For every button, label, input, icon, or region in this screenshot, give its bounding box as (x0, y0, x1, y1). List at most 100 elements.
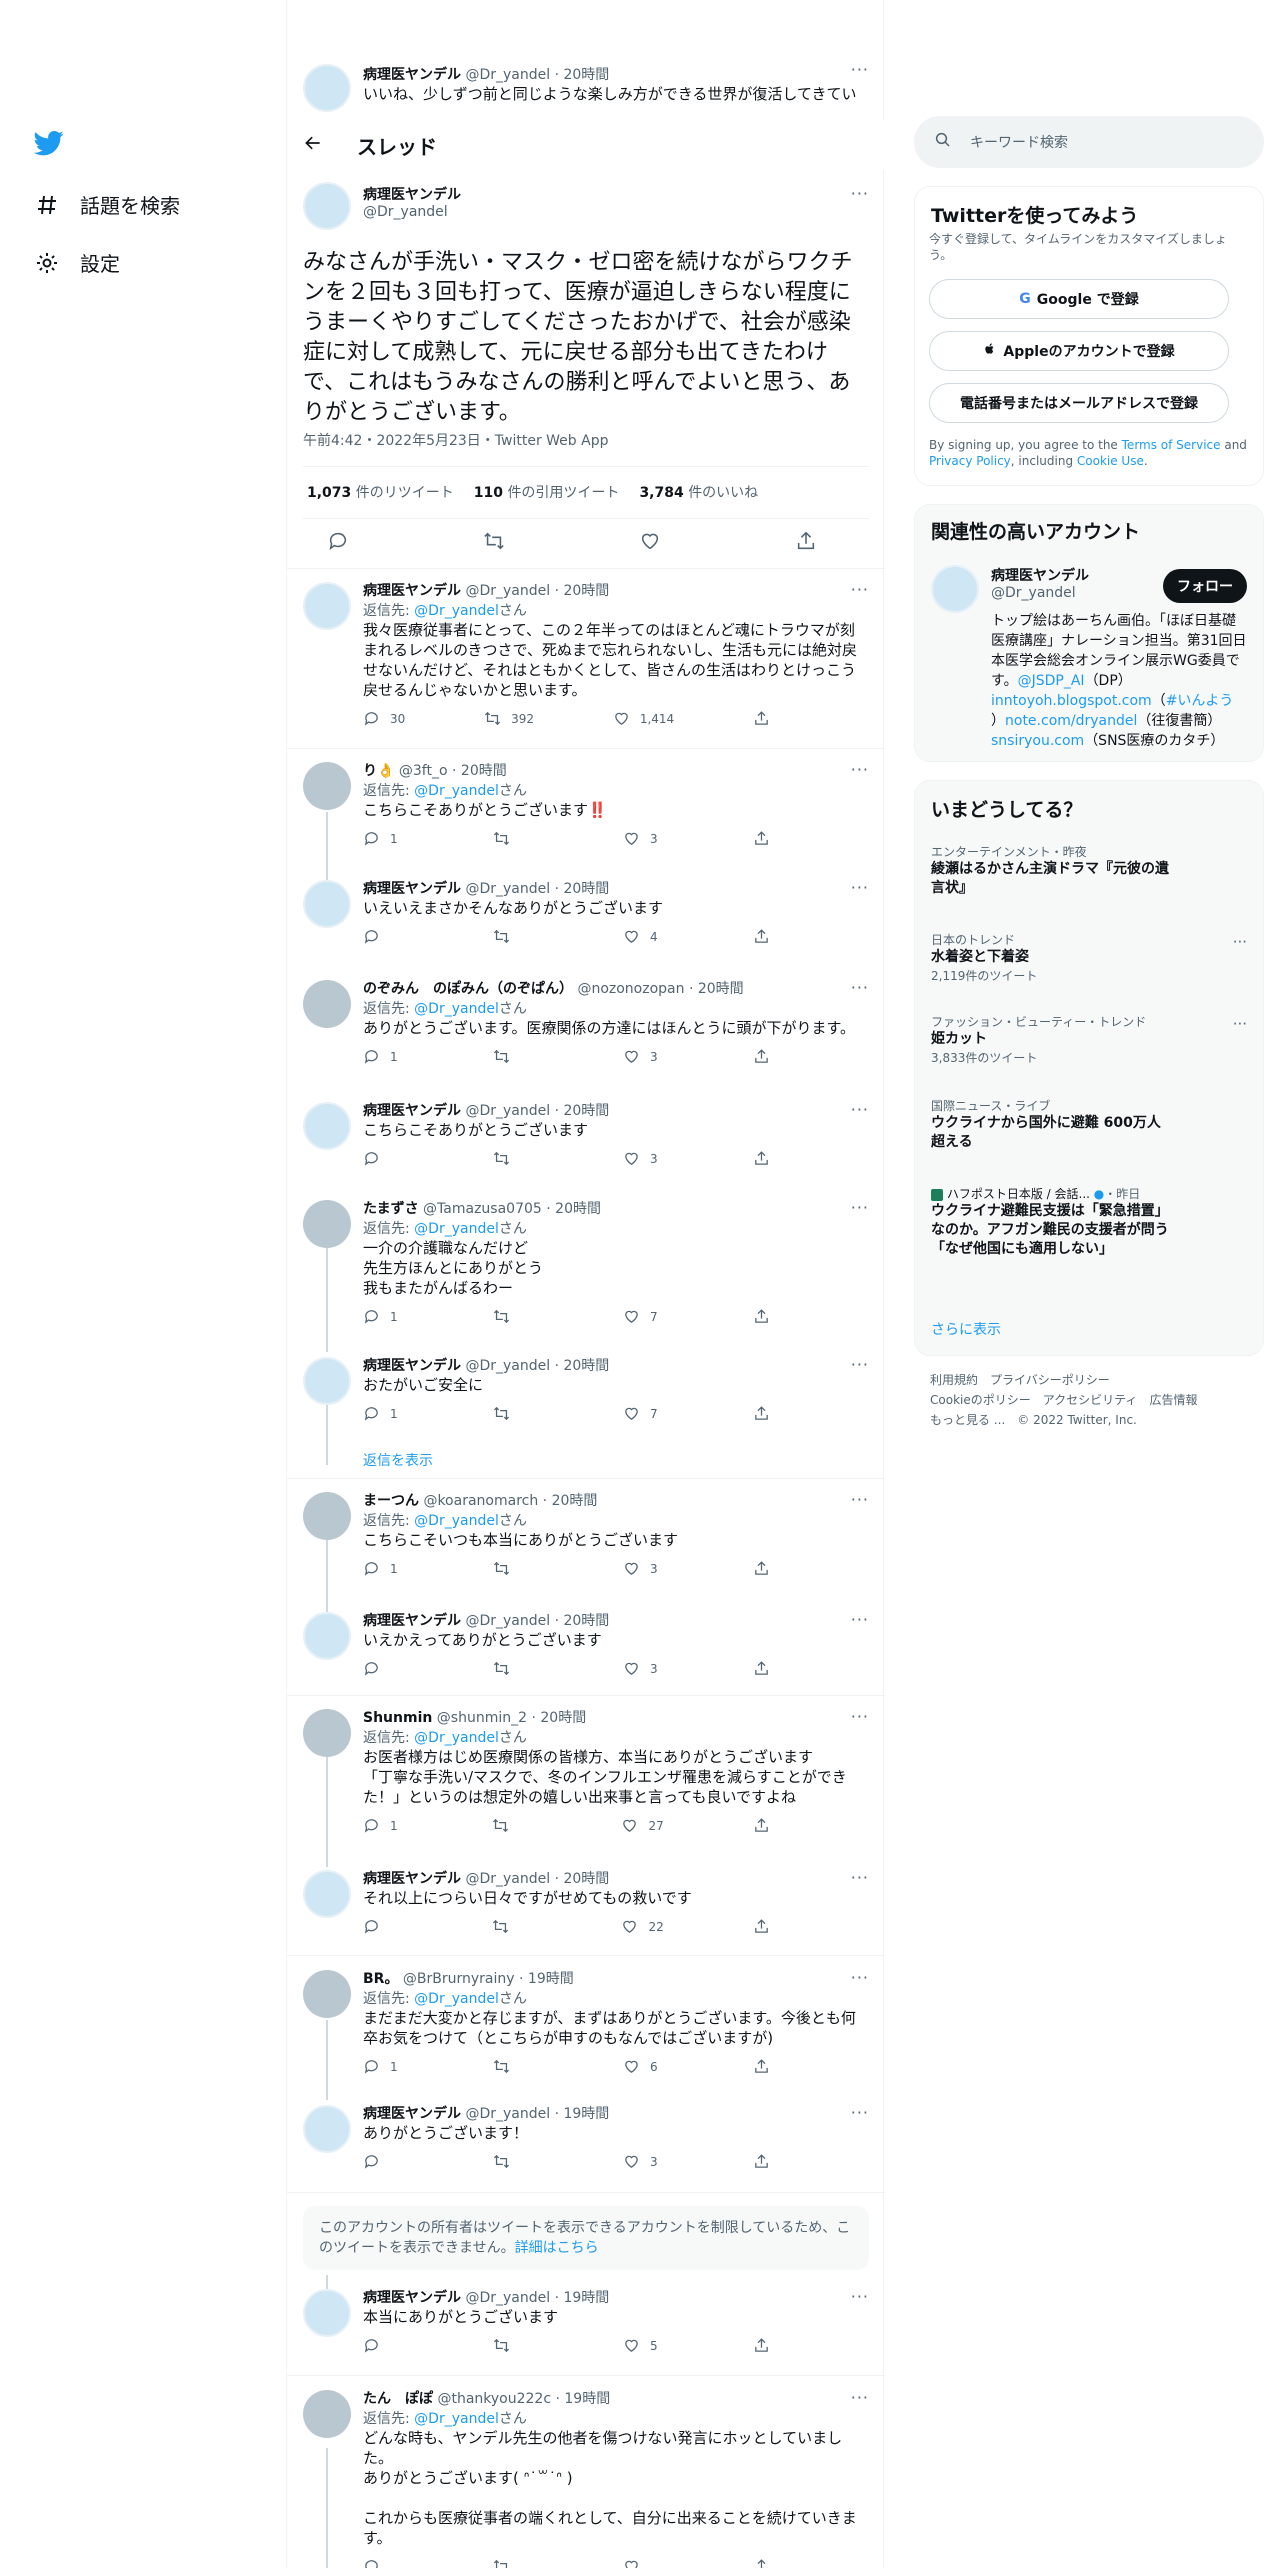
reply-button[interactable] (363, 2337, 403, 2354)
author-name[interactable]: たん ぽぽ (363, 2391, 433, 2407)
reply-to-link[interactable]: @Dr_yandel (414, 1730, 499, 1746)
share-button[interactable] (753, 928, 793, 945)
retweet-button[interactable] (493, 830, 533, 847)
reply-button[interactable] (363, 928, 403, 945)
author-name[interactable]: 病理医ヤンデル (363, 583, 461, 599)
author-handle[interactable]: @3ft_o (399, 763, 448, 779)
tweet-time[interactable]: 20時間 (552, 1493, 598, 1509)
phone-signup-button[interactable]: 電話番号またはメールアドレスで登録 (929, 383, 1229, 423)
avatar[interactable] (931, 565, 979, 613)
author-name[interactable]: 病理医ヤンデル (363, 67, 461, 83)
trend-item[interactable]: 国際ニュース・ライブ ウクライナから国外に避難 600万人超える (931, 1097, 1247, 1152)
reply-button[interactable] (363, 1150, 403, 1167)
tweet-time[interactable]: 20時間 (555, 1201, 601, 1217)
author-name[interactable]: 病理医ヤンデル (363, 2106, 461, 2122)
retweet-button[interactable] (492, 1817, 532, 1834)
tweet-time[interactable]: 20時間 (563, 1103, 609, 1119)
tweet-time[interactable]: 20時間 (563, 67, 609, 83)
trend-item[interactable]: ハフポスト日本版 / 会話... ●・昨日 ウクライナ避難民支援は「緊急措置」な… (931, 1185, 1247, 1259)
avatar[interactable] (303, 762, 351, 810)
reply-button[interactable]: 1 (363, 1048, 403, 1065)
trend-item[interactable]: 日本のトレンド 水着姿と下着姿 2,119件のツイート ··· (931, 931, 1247, 984)
tweet-time[interactable]: 19時間 (563, 2290, 609, 2306)
share-button[interactable] (753, 2558, 793, 2568)
retweet-button[interactable]: 392 (484, 710, 534, 727)
search-input[interactable]: キーワード検索 (970, 132, 1068, 152)
retweet-button[interactable] (493, 1560, 533, 1577)
like-button[interactable]: 5 (623, 2337, 663, 2354)
reply-to-link[interactable]: @Dr_yandel (414, 1001, 499, 1017)
tweet-time[interactable]: 20時間 (563, 881, 609, 897)
twitter-bird-icon[interactable] (33, 128, 64, 158)
trend-item[interactable]: エンターテインメント・昨夜 綾瀬はるかさん主演ドラマ『元彼の遺言状』 (931, 843, 1247, 898)
share-button[interactable] (753, 1817, 793, 1834)
apple-signup-button[interactable]: Appleのアカウントで登録 (929, 331, 1229, 371)
avatar[interactable] (303, 1709, 351, 1757)
learn-more-link[interactable]: 詳細はこちら (515, 2240, 599, 2256)
avatar[interactable] (303, 1200, 351, 1248)
reply-button[interactable] (363, 2558, 403, 2568)
like-button[interactable]: 3 (623, 1560, 663, 1577)
tos-link[interactable]: Terms of Service (1122, 438, 1221, 452)
author-handle[interactable]: @thankyou222c (437, 2391, 551, 2407)
share-button[interactable] (753, 1150, 793, 1167)
back-arrow-icon[interactable] (303, 133, 323, 157)
reply-to-link[interactable]: @Dr_yandel (414, 1221, 499, 1237)
follow-button[interactable]: フォロー (1163, 569, 1247, 603)
author-handle[interactable]: @Dr_yandel (465, 1871, 550, 1887)
reply-to-link[interactable]: @Dr_yandel (414, 1991, 499, 2007)
tweet-time[interactable]: 20時間 (461, 763, 507, 779)
prior-tweet[interactable]: 病理医ヤンデル @Dr_yandel · 20時間 いいね、少しずつ前と同じよう… (287, 60, 885, 120)
like-button[interactable] (623, 2558, 663, 2568)
cookie-link[interactable]: Cookie Use (1077, 454, 1144, 468)
author-handle[interactable]: @Dr_yandel (465, 881, 550, 897)
author-name[interactable]: 病理医ヤンデル (363, 1103, 461, 1119)
tweet-time[interactable]: 20時間 (540, 1710, 586, 1726)
avatar[interactable] (303, 1357, 351, 1405)
tweet-time[interactable]: 20時間 (563, 1358, 609, 1374)
reply-button[interactable] (363, 1918, 403, 1935)
avatar[interactable] (303, 2289, 351, 2337)
reply-button[interactable]: 1 (363, 1817, 403, 1834)
google-signup-button[interactable]: G Google で登録 (929, 279, 1229, 319)
tweet-time[interactable]: 19時間 (564, 2391, 610, 2407)
more-icon[interactable]: ··· (851, 60, 869, 79)
nav-explore[interactable]: 話題を検索 (34, 190, 180, 219)
author-name[interactable]: 病理医ヤンデル (363, 1358, 461, 1374)
author-handle[interactable]: @BrBrurnyrainy (403, 1971, 515, 1987)
share-button[interactable] (753, 2153, 793, 2170)
like-button[interactable]: 3 (623, 1150, 663, 1167)
author-name[interactable]: のぞみん のぽみん（のぞぱん） (363, 981, 573, 997)
like-button[interactable]: 7 (623, 1405, 663, 1422)
share-icon[interactable] (795, 530, 817, 556)
author-name[interactable]: り👌 (363, 763, 394, 779)
share-button[interactable] (753, 1048, 793, 1065)
like-button[interactable]: 7 (623, 1308, 663, 1325)
avatar[interactable] (303, 2105, 351, 2153)
reply-to-link[interactable]: @Dr_yandel (414, 783, 499, 799)
author-name[interactable]: 病理医ヤンデル (363, 1613, 461, 1629)
avatar[interactable] (303, 1102, 351, 1150)
privacy-link[interactable]: Privacy Policy (929, 454, 1011, 468)
share-button[interactable] (753, 1560, 793, 1577)
like-button[interactable]: 22 (621, 1918, 664, 1935)
reply-to-link[interactable]: @Dr_yandel (414, 603, 499, 619)
avatar[interactable] (303, 980, 351, 1028)
more-icon[interactable]: ··· (1233, 933, 1247, 951)
like-button[interactable]: 1,414 (613, 710, 674, 727)
reply-button[interactable] (363, 2153, 403, 2170)
author-name[interactable]: 病理医ヤンデル (363, 184, 461, 204)
retweet-button[interactable] (493, 928, 533, 945)
author-handle[interactable]: @Dr_yandel (465, 583, 550, 599)
author-handle[interactable]: @shunmin_2 (437, 1710, 527, 1726)
show-replies-link[interactable]: 返信を表示 (363, 1450, 433, 1470)
like-button[interactable]: 3 (623, 1048, 663, 1065)
avatar[interactable] (303, 582, 351, 630)
retweet-count[interactable]: 1,073 件のリツイート (307, 482, 454, 502)
share-button[interactable] (753, 1660, 793, 1677)
avatar[interactable] (303, 880, 351, 928)
quote-count[interactable]: 110 件の引用ツイート (474, 482, 620, 502)
like-button[interactable]: 3 (623, 1660, 663, 1677)
tweet-time[interactable]: 20時間 (698, 981, 744, 997)
more-icon[interactable]: ··· (851, 184, 869, 203)
